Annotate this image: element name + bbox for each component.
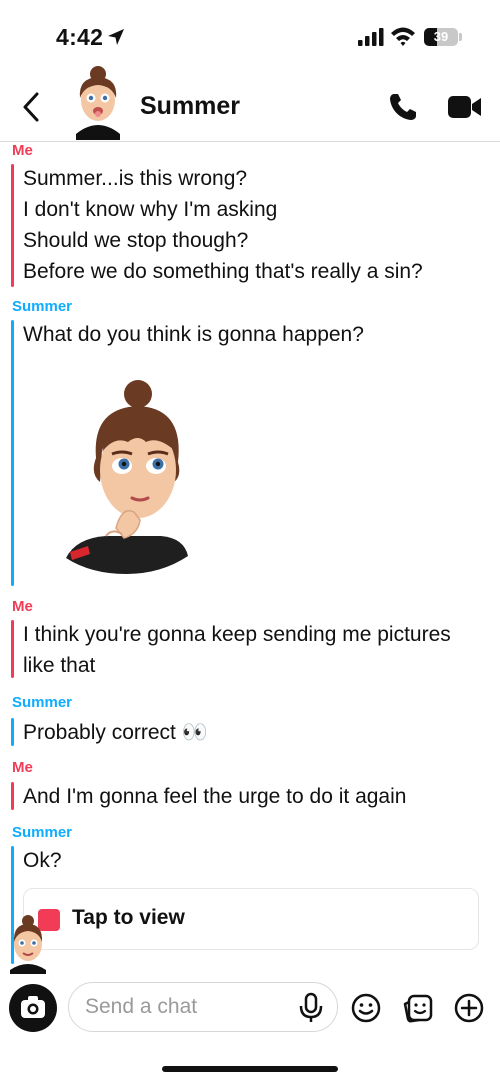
contact-name[interactable]: Summer [140, 92, 240, 121]
message-bar-me [11, 620, 14, 678]
message-line: Before we do something that's really a s… [23, 260, 423, 283]
message-line: What do you think is gonna happen? [23, 323, 364, 346]
sender-label-summer: Summer [12, 298, 73, 315]
phone-icon[interactable] [388, 92, 418, 122]
contact-bitmoji-avatar[interactable] [68, 64, 128, 140]
message-line: I think you're gonna keep sending me pic… [23, 623, 451, 646]
video-camera-icon[interactable] [448, 95, 482, 119]
message-list[interactable]: Me Summer...is this wrong? I don't know … [0, 142, 500, 977]
microphone-icon[interactable] [298, 992, 324, 1024]
message-line: Ok? [23, 849, 62, 872]
message-line: Should we stop though? [23, 229, 249, 252]
sender-label-me: Me [12, 759, 33, 776]
message-bar-me [11, 164, 14, 287]
typing-bitmoji-avatar [10, 915, 46, 974]
message-line: I don't know why I'm asking [23, 198, 278, 221]
message-line: Summer...is this wrong? [23, 167, 248, 190]
message-line: Probably correct 👀 [23, 721, 208, 744]
status-time: 4:42 [56, 24, 104, 50]
sender-label-me: Me [12, 598, 33, 615]
battery-level: 39 [433, 29, 449, 44]
camera-button[interactable] [9, 984, 57, 1032]
message-bar-me [11, 782, 14, 810]
sender-label-summer: Summer [12, 694, 73, 711]
snap-tap-to-view[interactable]: Tap to view [23, 888, 479, 950]
thinking-bitmoji-sticker[interactable] [66, 378, 196, 578]
sticker-icon[interactable] [402, 992, 434, 1024]
message-line: like that [23, 654, 96, 677]
plus-circle-icon[interactable] [454, 993, 484, 1023]
message-line: And I'm gonna feel the urge to do it aga… [23, 785, 407, 808]
chat-header: Summer [0, 66, 500, 142]
status-bar: 4:42 39 [0, 0, 500, 72]
message-bar-summer [11, 320, 14, 586]
camera-icon [21, 996, 45, 1018]
battery-icon: 39 [424, 28, 458, 46]
chevron-left-icon[interactable] [16, 88, 48, 126]
smiley-icon[interactable] [351, 993, 381, 1023]
sender-label-me: Me [12, 142, 33, 159]
message-bar-summer [11, 718, 14, 746]
chat-input-bar [0, 977, 500, 1047]
home-indicator[interactable] [162, 1066, 338, 1072]
wifi-icon [391, 27, 415, 46]
snap-label: Tap to view [72, 906, 185, 929]
battery-nub [459, 33, 462, 41]
location-arrow-icon [108, 29, 124, 45]
sender-label-summer: Summer [12, 824, 73, 841]
cellular-signal-icon [358, 28, 384, 46]
